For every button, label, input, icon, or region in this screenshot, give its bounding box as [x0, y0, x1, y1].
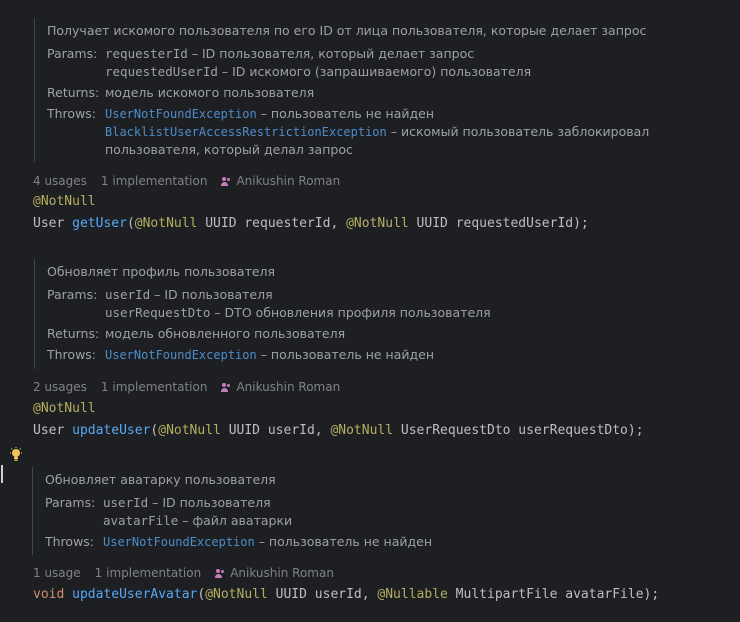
- author-hint[interactable]: Anikushin Roman: [221, 174, 340, 188]
- param-desc: – ID искомого (запрашиваемого) пользоват…: [217, 64, 532, 79]
- param-annotation: @NotNull: [134, 216, 198, 231]
- implementations-hint[interactable]: 1 implementation: [101, 174, 208, 188]
- method-signature: User updateUser(@NotNull UUID userId, @N…: [33, 423, 644, 438]
- param-name: userRequestDto: [105, 305, 211, 320]
- param-desc: – файл аватарки: [178, 513, 293, 528]
- doc-summary: Обновляет профиль пользователя: [47, 264, 276, 279]
- params-label: Params:: [45, 495, 96, 510]
- annotation-line: @NotNull: [33, 194, 96, 209]
- params-row: Params: userId – ID пользователя userReq…: [47, 286, 491, 322]
- param-annotation: @NotNull: [346, 216, 409, 231]
- method-name[interactable]: updateUserAvatar: [72, 587, 197, 602]
- param-name: avatarFile: [103, 513, 179, 528]
- returns-desc: модель обновленного пользователя: [105, 326, 346, 341]
- returns-label: Returns:: [47, 326, 100, 341]
- code-vision-hints: 1 usage 1 implementation Anikushin Roman: [33, 566, 334, 580]
- returns-row: Returns: модель искомого пользователя: [47, 84, 649, 102]
- params-row: Params: requesterId – ID пользователя, к…: [47, 45, 649, 81]
- exception-link[interactable]: UserNotFoundException: [105, 107, 257, 121]
- user-group-icon: [221, 382, 232, 392]
- doc-summary: Обновляет аватарку пользователя: [45, 472, 276, 487]
- usages-hint[interactable]: 2 usages: [33, 380, 87, 394]
- throws-row: Throws: UserNotFoundException – пользова…: [47, 105, 649, 158]
- implementations-hint[interactable]: 1 implementation: [101, 380, 208, 394]
- method-signature: User getUser(@NotNull UUID requesterId, …: [33, 216, 589, 231]
- exception-desc: – пользователь не найден: [256, 347, 435, 362]
- javadoc-block: Обновляет аватарку пользователя Params: …: [32, 467, 432, 555]
- param-desc: – ID пользователя: [148, 495, 271, 510]
- param-text: UUID userId,: [220, 423, 331, 438]
- param-annotation: @NotNull: [158, 423, 221, 438]
- method-name[interactable]: updateUser: [72, 423, 150, 438]
- javadoc-block: Получает искомого пользователя по его ID…: [34, 18, 649, 162]
- return-type: User: [33, 423, 73, 438]
- throws-row: Throws: UserNotFoundException – пользова…: [45, 533, 432, 551]
- param-name: userId: [103, 495, 149, 510]
- annotation-line: @NotNull: [33, 401, 96, 416]
- param-desc: – ID пользователя: [150, 287, 273, 302]
- author-hint[interactable]: Anikushin Roman: [221, 380, 340, 394]
- doc-summary: Получает искомого пользователя по его ID…: [47, 23, 647, 38]
- method-name[interactable]: getUser: [72, 216, 127, 231]
- param-text: MultipartFile avatarFile);: [447, 587, 660, 602]
- author-name: Anikushin Roman: [236, 380, 341, 394]
- params-label: Params:: [47, 287, 98, 302]
- param-text: UserRequestDto userRequestDto);: [393, 423, 644, 438]
- param-annotation: @NotNull: [205, 587, 268, 602]
- return-type: User: [33, 216, 73, 231]
- param-text: UUID requesterId,: [197, 216, 347, 231]
- returns-label: Returns:: [47, 85, 100, 100]
- author-hint[interactable]: Anikushin Roman: [215, 566, 334, 580]
- param-text: UUID requestedUserId);: [408, 216, 589, 231]
- throws-row: Throws: UserNotFoundException – пользова…: [47, 346, 491, 364]
- exception-link[interactable]: UserNotFoundException: [103, 535, 255, 549]
- param-name: requesterId: [105, 46, 188, 61]
- param-desc: – DTO обновления профиля пользователя: [210, 305, 491, 320]
- text-caret: [1, 465, 3, 483]
- param-text: UUID userId,: [267, 587, 378, 602]
- returns-row: Returns: модель обновленного пользовател…: [47, 325, 491, 343]
- javadoc-block: Обновляет профиль пользователя Params: u…: [34, 259, 491, 369]
- param-desc: – ID пользователя, который делает запрос: [187, 46, 475, 61]
- throws-label: Throws:: [47, 106, 97, 121]
- param-annotation: @NotNull: [330, 423, 394, 438]
- usages-hint[interactable]: 4 usages: [33, 174, 87, 188]
- params-row: Params: userId – ID пользователя avatarF…: [45, 494, 432, 530]
- exception-desc: – пользователь не найден: [256, 106, 435, 121]
- return-type: void: [33, 587, 65, 602]
- code-vision-hints: 2 usages 1 implementation Anikushin Roma…: [33, 380, 340, 394]
- code-vision-hints: 4 usages 1 implementation Anikushin Roma…: [33, 174, 340, 188]
- param-name: userId: [105, 287, 151, 302]
- author-name: Anikushin Roman: [236, 174, 341, 188]
- exception-desc: – пользователь не найден: [254, 534, 433, 549]
- user-group-icon: [221, 176, 232, 186]
- user-group-icon: [215, 568, 226, 578]
- param-annotation: @Nullable: [377, 587, 448, 602]
- implementations-hint[interactable]: 1 implementation: [95, 566, 202, 580]
- exception-link[interactable]: BlacklistUserAccessRestrictionException: [105, 125, 387, 139]
- method-signature: void updateUserAvatar(@NotNull UUID user…: [33, 587, 660, 602]
- throws-label: Throws:: [45, 534, 95, 549]
- param-name: requestedUserId: [105, 64, 218, 79]
- exception-link[interactable]: UserNotFoundException: [105, 348, 257, 362]
- returns-desc: модель искомого пользователя: [105, 85, 315, 100]
- throws-label: Throws:: [47, 347, 97, 362]
- exception-desc-cont: пользователя, который делал запрос: [105, 142, 353, 157]
- usages-hint[interactable]: 1 usage: [33, 566, 81, 580]
- lightbulb-icon[interactable]: [9, 447, 23, 463]
- author-name: Anikushin Roman: [230, 566, 334, 580]
- exception-desc: – искомый пользователь заблокировал: [386, 124, 650, 139]
- params-label: Params:: [47, 46, 98, 61]
